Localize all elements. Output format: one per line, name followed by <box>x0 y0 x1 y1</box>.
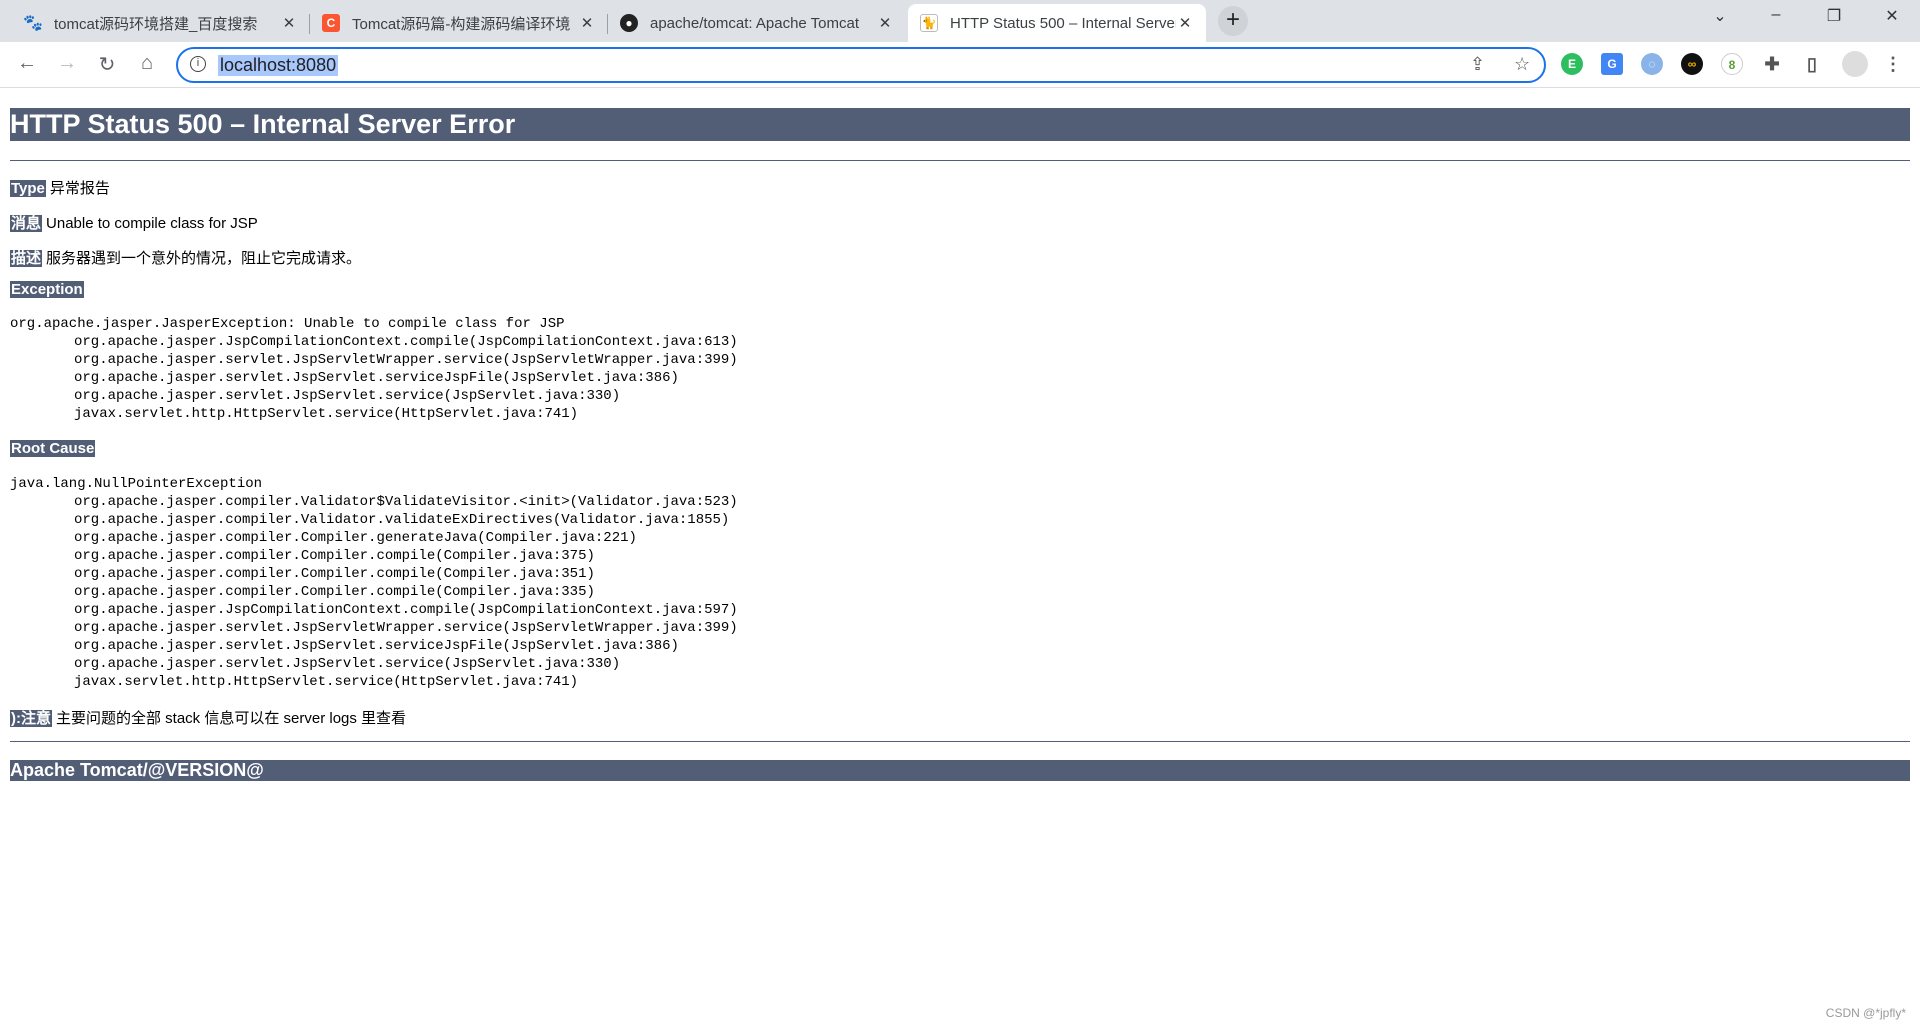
minimize-button[interactable]: – <box>1756 6 1796 24</box>
description-row: 描述 服务器遇到一个意外的情况，阻止它完成请求。 <box>10 247 361 268</box>
tomcat-icon: 🐈 <box>920 14 938 32</box>
url-input[interactable]: localhost:8080 <box>218 55 339 76</box>
exception-head: org.apache.jasper.JasperException: Unabl… <box>10 316 565 332</box>
close-tab-icon[interactable]: ✕ <box>876 14 894 32</box>
trace-line: org.apache.jasper.servlet.JspServlet.ser… <box>74 388 621 404</box>
trace-line: org.apache.jasper.servlet.JspServlet.ser… <box>74 656 621 672</box>
new-tab-button[interactable]: + <box>1218 6 1248 36</box>
type-value: 异常报告 <box>49 180 110 197</box>
tab-title: tomcat源码环境搭建_百度搜索 <box>54 15 258 33</box>
trace-line: org.apache.jasper.JspCompilationContext.… <box>74 334 738 350</box>
menu-kebab-icon[interactable]: ⋮ <box>1882 53 1904 75</box>
tab-baidu[interactable]: 🐾 tomcat源码环境搭建_百度搜索 ✕ <box>12 4 310 42</box>
divider <box>10 741 1910 742</box>
trace-line: org.apache.jasper.compiler.Compiler.comp… <box>74 566 595 582</box>
sidepanel-icon[interactable]: ▯ <box>1801 53 1823 75</box>
divider <box>10 160 1910 161</box>
ext-badge-icon[interactable]: 8 <box>1721 53 1743 75</box>
trace-line: org.apache.jasper.compiler.Compiler.gene… <box>74 530 637 546</box>
infinity-icon[interactable]: ∞ <box>1681 53 1703 75</box>
tab-title: apache/tomcat: Apache Tomcat <box>650 14 860 32</box>
back-icon[interactable]: ← <box>14 52 40 75</box>
tab-title: Tomcat源码篇-构建源码编译环境 <box>352 15 571 33</box>
github-icon: ● <box>620 14 638 32</box>
tab-csdn[interactable]: C Tomcat源码篇-构建源码编译环境 ✕ <box>310 4 608 42</box>
browser-toolbar: ← → ↻ ⌂ i localhost:8080 ⇪ ☆ E G ◌ ∞ 8 ✚… <box>0 42 1920 88</box>
close-tab-icon[interactable]: ✕ <box>578 14 596 32</box>
tab-search-chevron-icon[interactable]: ⌄ <box>1700 6 1740 26</box>
server-footer: Apache Tomcat/@VERSION@ <box>10 760 1910 781</box>
ext-swirl-icon[interactable]: ◌ <box>1641 53 1663 75</box>
tab-github[interactable]: ● apache/tomcat: Apache Tomcat ✕ <box>608 4 906 42</box>
tab-strip: 🐾 tomcat源码环境搭建_百度搜索 ✕ C Tomcat源码篇-构建源码编译… <box>0 0 1920 42</box>
puzzle-icon[interactable]: ✚ <box>1761 53 1783 75</box>
message-value: Unable to compile class for JSP <box>46 215 258 232</box>
trace-line: javax.servlet.http.HttpServlet.service(H… <box>74 406 579 422</box>
type-row: Type 异常报告 <box>10 177 110 198</box>
trace-line: org.apache.jasper.servlet.JspServlet.ser… <box>74 638 679 654</box>
root-cause-heading: Root Cause <box>10 440 99 457</box>
close-tab-icon[interactable]: ✕ <box>1176 14 1194 32</box>
share-icon[interactable]: ⇪ <box>1470 54 1485 75</box>
reload-icon[interactable]: ↻ <box>94 52 120 77</box>
message-row: 消息 Unable to compile class for JSP <box>10 212 258 233</box>
exception-stacktrace: org.apache.jasper.JasperException: Unabl… <box>10 315 738 423</box>
forward-icon[interactable]: → <box>54 52 80 75</box>
note-label: ):注意 <box>10 710 52 727</box>
watermark: CSDN @*jpfly* <box>1825 1006 1906 1020</box>
trace-line: org.apache.jasper.compiler.Validator.val… <box>74 512 730 528</box>
trace-line: org.apache.jasper.compiler.Compiler.comp… <box>74 548 595 564</box>
exception-label: Exception <box>10 281 84 298</box>
exception-heading: Exception <box>10 281 88 298</box>
restore-button[interactable]: ❐ <box>1814 6 1854 26</box>
trace-line: org.apache.jasper.compiler.Validator$Val… <box>74 494 738 510</box>
root-cause-head: java.lang.NullPointerException <box>10 476 263 492</box>
baidu-paw-icon: 🐾 <box>23 15 43 32</box>
site-info-icon[interactable]: i <box>190 56 206 72</box>
trace-line: org.apache.jasper.compiler.Compiler.comp… <box>74 584 595 600</box>
close-tab-icon[interactable]: ✕ <box>280 14 298 32</box>
address-bar[interactable]: i localhost:8080 ⇪ ☆ <box>176 47 1546 83</box>
profile-avatar[interactable] <box>1842 51 1868 77</box>
csdn-icon: C <box>322 14 340 32</box>
trace-line: org.apache.jasper.servlet.JspServletWrap… <box>74 352 738 368</box>
trace-line: org.apache.jasper.JspCompilationContext.… <box>74 602 738 618</box>
root-cause-label: Root Cause <box>10 440 96 457</box>
tab-title: HTTP Status 500 – Internal Server Error <box>950 14 1176 32</box>
page-title: HTTP Status 500 – Internal Server Error <box>10 108 1910 141</box>
evernote-icon[interactable]: E <box>1561 53 1583 75</box>
trace-line: org.apache.jasper.servlet.JspServletWrap… <box>74 620 738 636</box>
description-value: 服务器遇到一个意外的情况，阻止它完成请求。 <box>46 250 362 267</box>
description-label: 描述 <box>10 250 43 267</box>
note-value: 主要问题的全部 stack 信息可以在 server logs 里查看 <box>56 710 407 727</box>
trace-line: javax.servlet.http.HttpServlet.service(H… <box>74 674 579 690</box>
google-translate-icon[interactable]: G <box>1601 53 1623 75</box>
home-icon[interactable]: ⌂ <box>134 52 160 75</box>
close-window-button[interactable]: ✕ <box>1872 6 1912 26</box>
message-label: 消息 <box>10 215 43 232</box>
bookmark-star-icon[interactable]: ☆ <box>1514 54 1530 75</box>
root-cause-stacktrace: java.lang.NullPointerException org.apache… <box>10 475 738 691</box>
note-row: ):注意 主要问题的全部 stack 信息可以在 server logs 里查看 <box>10 707 406 728</box>
tab-http-status-500[interactable]: 🐈 HTTP Status 500 – Internal Server Erro… <box>908 4 1206 42</box>
trace-line: org.apache.jasper.servlet.JspServlet.ser… <box>74 370 679 386</box>
type-label: Type <box>10 180 46 197</box>
